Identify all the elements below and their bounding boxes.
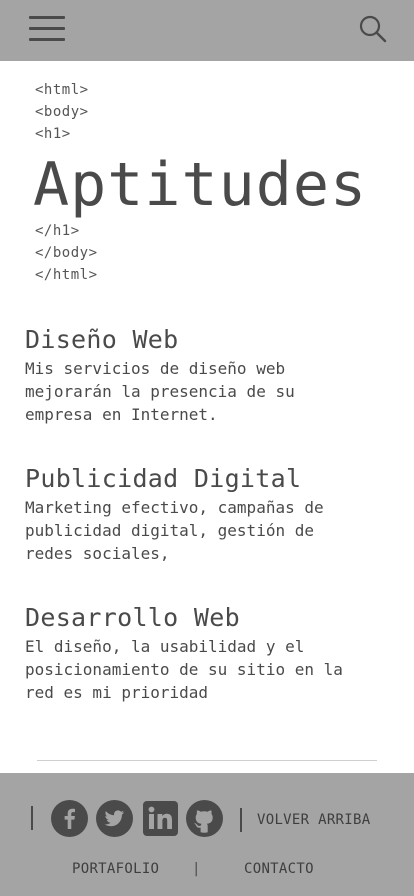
top-bar [0,0,414,61]
code-open-html: <html> [35,82,89,98]
skill-title: Desarrollo Web [25,603,240,632]
menu-line [29,27,65,30]
skill-item-web-development: Desarrollo Web El diseño, la usabilidad … [25,603,395,704]
hamburger-menu-icon[interactable] [29,16,65,42]
code-open-body: <body> [35,104,89,120]
code-close-html: </html> [35,267,98,283]
footer-separator [31,806,33,830]
menu-line [29,16,65,19]
skill-item-web-design: Diseño Web Mis servicios de diseño web m… [25,325,395,426]
skill-item-digital-ads: Publicidad Digital Marketing efectivo, c… [25,464,395,565]
code-close-h1: </h1> [35,223,80,239]
menu-line [29,38,65,41]
footer-separator [240,808,242,832]
facebook-icon[interactable] [51,800,88,837]
search-icon[interactable] [358,14,388,44]
code-open-h1: <h1> [35,126,71,142]
divider [37,760,377,761]
contact-link[interactable]: CONTACTO [244,861,314,877]
skill-title: Diseño Web [25,325,179,354]
footer-link-separator: | [192,861,201,877]
linkedin-icon[interactable] [142,800,179,837]
portfolio-link[interactable]: PORTAFOLIO [72,861,159,877]
skill-description: Mis servicios de diseño web mejorarán la… [25,359,295,424]
back-to-top-link[interactable]: VOLVER ARRIBA [257,812,370,828]
skill-description: El diseño, la usabilidad y el posicionam… [25,637,343,702]
skill-title: Publicidad Digital [25,464,302,493]
page-title: Aptitudes [33,150,368,220]
twitter-icon[interactable] [96,800,133,837]
code-close-body: </body> [35,245,98,261]
github-icon[interactable] [186,800,223,837]
skill-description: Marketing efectivo, campañas de publicid… [25,498,324,563]
